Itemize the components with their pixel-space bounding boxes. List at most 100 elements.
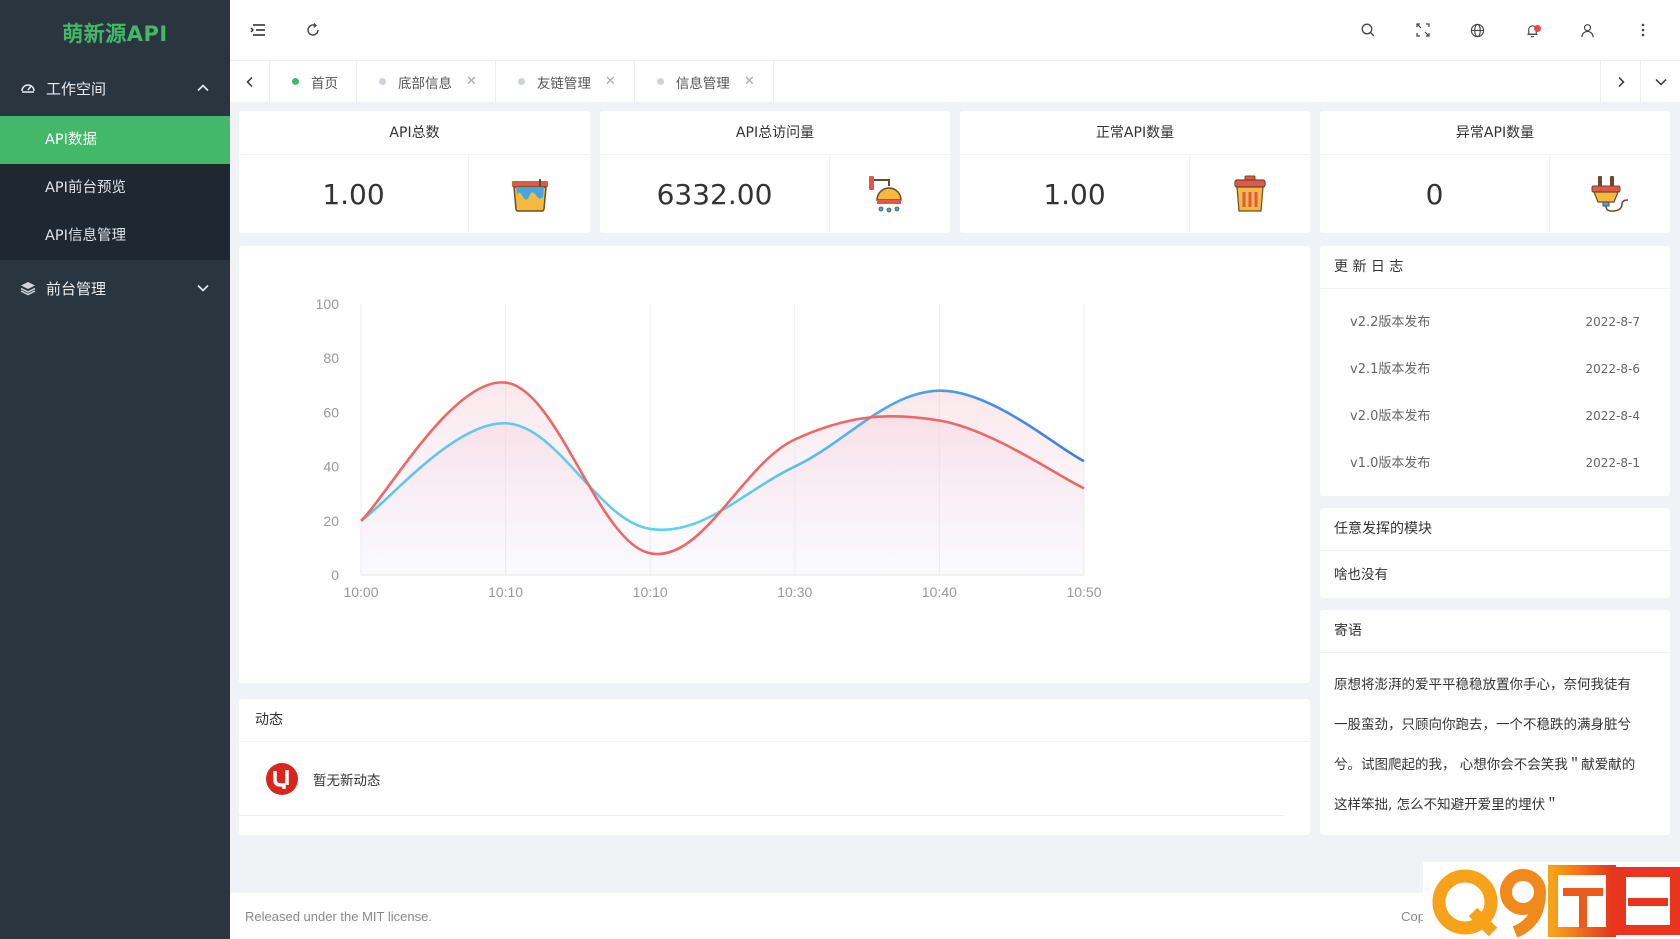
- user-button[interactable]: [1560, 0, 1615, 60]
- language-button[interactable]: [1450, 0, 1505, 60]
- chevron-right-icon: [1617, 76, 1625, 87]
- watermark-logo: [1423, 862, 1680, 939]
- y-tick-label: 0: [331, 567, 339, 583]
- changelog-list: v2.2版本发布 2022-8-7 v2.1版本发布 2022-8-6 v2.0版本…: [1320, 289, 1670, 487]
- changelog-item-label: v2.0版本发布: [1350, 409, 1431, 424]
- y-tick-label: 80: [323, 350, 339, 366]
- changelog-item-date: 2022-8-4: [1585, 409, 1640, 423]
- list-item[interactable]: v2.1版本发布 2022-8-6: [1320, 346, 1670, 393]
- list-item: 暂无新动态: [239, 742, 1284, 816]
- line-chart-card: 0 20 40 60 80 100 10:00 10:10 10:10 10:30 10:40 10:…: [239, 246, 1310, 683]
- tabs-scroll-left-button[interactable]: [230, 61, 270, 102]
- top-header: [230, 0, 1680, 60]
- x-tick-label: 10:10: [633, 584, 668, 600]
- changelog-item-label: v1.0版本发布: [1350, 456, 1431, 471]
- menu-workspace-label: 工作空间: [46, 79, 107, 98]
- fullscreen-icon: [1415, 23, 1430, 37]
- message-panel: 寄语 原想将澎湃的爱平平稳稳放置你手心，奈何我徒有 一股蛮劲，只顾向你跑去，一个…: [1320, 610, 1670, 835]
- chevron-down-icon: [196, 281, 210, 295]
- menu-workspace[interactable]: 工作空间: [0, 60, 230, 116]
- line-chart: 0 20 40 60 80 100 10:00 10:10 10:10 10:30 10:40 10:…: [316, 296, 1102, 600]
- layers-icon: [20, 280, 36, 296]
- y-tick-label: 60: [323, 404, 339, 420]
- changelog-item-label: v2.2版本发布: [1350, 315, 1431, 330]
- module-text: 啥也没有: [1334, 567, 1388, 583]
- tab-home[interactable]: 首页: [270, 61, 357, 102]
- message-line: 兮。试图爬起的我， 心想你会不会笑我＂献爱献的: [1334, 757, 1636, 773]
- changelog-item-date: 2022-8-1: [1585, 456, 1640, 470]
- tab-status-dot: [517, 78, 525, 85]
- stat-card-api-abnormal: 异常API数量 0: [1320, 111, 1670, 233]
- search-button[interactable]: [1340, 0, 1395, 60]
- changelog-item-date: 2022-8-7: [1585, 315, 1640, 329]
- notifications-button[interactable]: [1505, 0, 1560, 60]
- y-tick-label: 40: [323, 459, 339, 475]
- x-tick-label: 10:40: [922, 584, 957, 600]
- message-text: 原想将澎湃的爱平平稳稳放置你手心，奈何我徒有 一股蛮劲，只顾向你跑去，一个不稳跌…: [1320, 653, 1670, 825]
- list-item[interactable]: v2.0版本发布 2022-8-4: [1320, 393, 1670, 440]
- sidebar-item-api-info[interactable]: API信息管理: [0, 212, 230, 260]
- sidebar-item-api-preview[interactable]: API前台预览: [0, 164, 230, 212]
- more-button[interactable]: [1615, 0, 1670, 60]
- chevron-left-icon: [245, 76, 253, 87]
- refresh-icon: [306, 23, 319, 36]
- menu-group-workspace: 工作空间 API数据 API前台预览 API信息管理: [0, 60, 230, 260]
- list-item[interactable]: v2.2版本发布 2022-8-7: [1320, 299, 1670, 346]
- stat-value: 1.00: [239, 155, 469, 233]
- tabs-list: 首页 底部信息 ✕ 友链管理 ✕ 信息管理 ✕: [270, 61, 1600, 102]
- tab-links[interactable]: 友链管理 ✕: [496, 61, 635, 102]
- close-icon[interactable]: ✕: [605, 74, 616, 89]
- dashboard-icon: [20, 80, 36, 96]
- user-icon: [1581, 23, 1594, 37]
- x-tick-label: 10:50: [1066, 584, 1101, 600]
- refresh-button[interactable]: [285, 0, 340, 60]
- changelog-title: 更 新 日 志: [1320, 246, 1670, 289]
- stat-title: API总数: [239, 111, 590, 155]
- shower-icon: [830, 155, 950, 233]
- tab-status-dot: [656, 78, 664, 85]
- tab-status-dot: [379, 78, 386, 85]
- y-tick-label: 100: [316, 296, 340, 312]
- header-actions: [1340, 0, 1680, 60]
- tab-label: 底部信息: [398, 75, 452, 92]
- submenu-workspace: API数据 API前台预览 API信息管理: [0, 116, 230, 260]
- tab-info-manage[interactable]: 信息管理 ✕: [635, 61, 774, 102]
- globe-icon: [1470, 23, 1485, 37]
- app-logo: 萌新源API: [62, 22, 168, 46]
- sidebar: 萌新源API 工作空间 API数据 API前台预览 API信息管理 前台管理: [0, 0, 230, 939]
- stat-title: 正常API数量: [960, 111, 1310, 155]
- message-title: 寄语: [1320, 610, 1670, 653]
- plug-icon: [1550, 155, 1670, 233]
- changelog-panel: 更 新 日 志 v2.2版本发布 2022-8-7 v2.1版本发布 2022-8-…: [1320, 246, 1670, 496]
- menu-frontend[interactable]: 前台管理: [0, 260, 230, 316]
- tabs-menu-button[interactable]: [1640, 61, 1680, 102]
- stat-value: 6332.00: [600, 155, 830, 233]
- search-icon: [1361, 23, 1374, 37]
- trash-can-icon: [1190, 155, 1310, 233]
- menu-fold-icon: [250, 24, 265, 36]
- tabs-right-controls: [1600, 61, 1680, 102]
- module-panel: 任意发挥的模块 啥也没有: [1320, 508, 1670, 598]
- tab-footer-info[interactable]: 底部信息 ✕: [357, 61, 496, 102]
- tab-label: 信息管理: [675, 75, 730, 92]
- tab-label: 首页: [311, 75, 338, 92]
- sidebar-item-api-data[interactable]: API数据: [0, 116, 230, 164]
- message-line: 原想将澎湃的爱平平稳稳放置你手心，奈何我徒有: [1334, 677, 1631, 693]
- menu-toggle-button[interactable]: [230, 0, 285, 60]
- close-icon[interactable]: ✕: [466, 74, 477, 89]
- list-item[interactable]: v1.0版本发布 2022-8-1: [1320, 440, 1670, 487]
- tabs-scroll-right-button[interactable]: [1600, 61, 1640, 102]
- chevron-up-icon: [196, 81, 210, 95]
- x-tick-label: 10:30: [777, 584, 812, 600]
- chevron-down-icon: [1654, 78, 1667, 86]
- more-vertical-icon: [1641, 23, 1644, 37]
- footer-copyright: Cop: [1401, 908, 1425, 924]
- stat-title: 异常API数量: [1320, 111, 1670, 155]
- stat-title: API总访问量: [600, 111, 950, 155]
- close-icon[interactable]: ✕: [744, 74, 755, 89]
- tab-label: 友链管理: [536, 75, 591, 92]
- fullscreen-button[interactable]: [1395, 0, 1450, 60]
- stat-card-api-normal: 正常API数量 1.00: [960, 111, 1310, 233]
- message-line: 一股蛮劲，只顾向你跑去，一个不稳跌的满身脏兮: [1334, 717, 1631, 733]
- activity-panel: 动态 暂无新动态: [239, 699, 1310, 835]
